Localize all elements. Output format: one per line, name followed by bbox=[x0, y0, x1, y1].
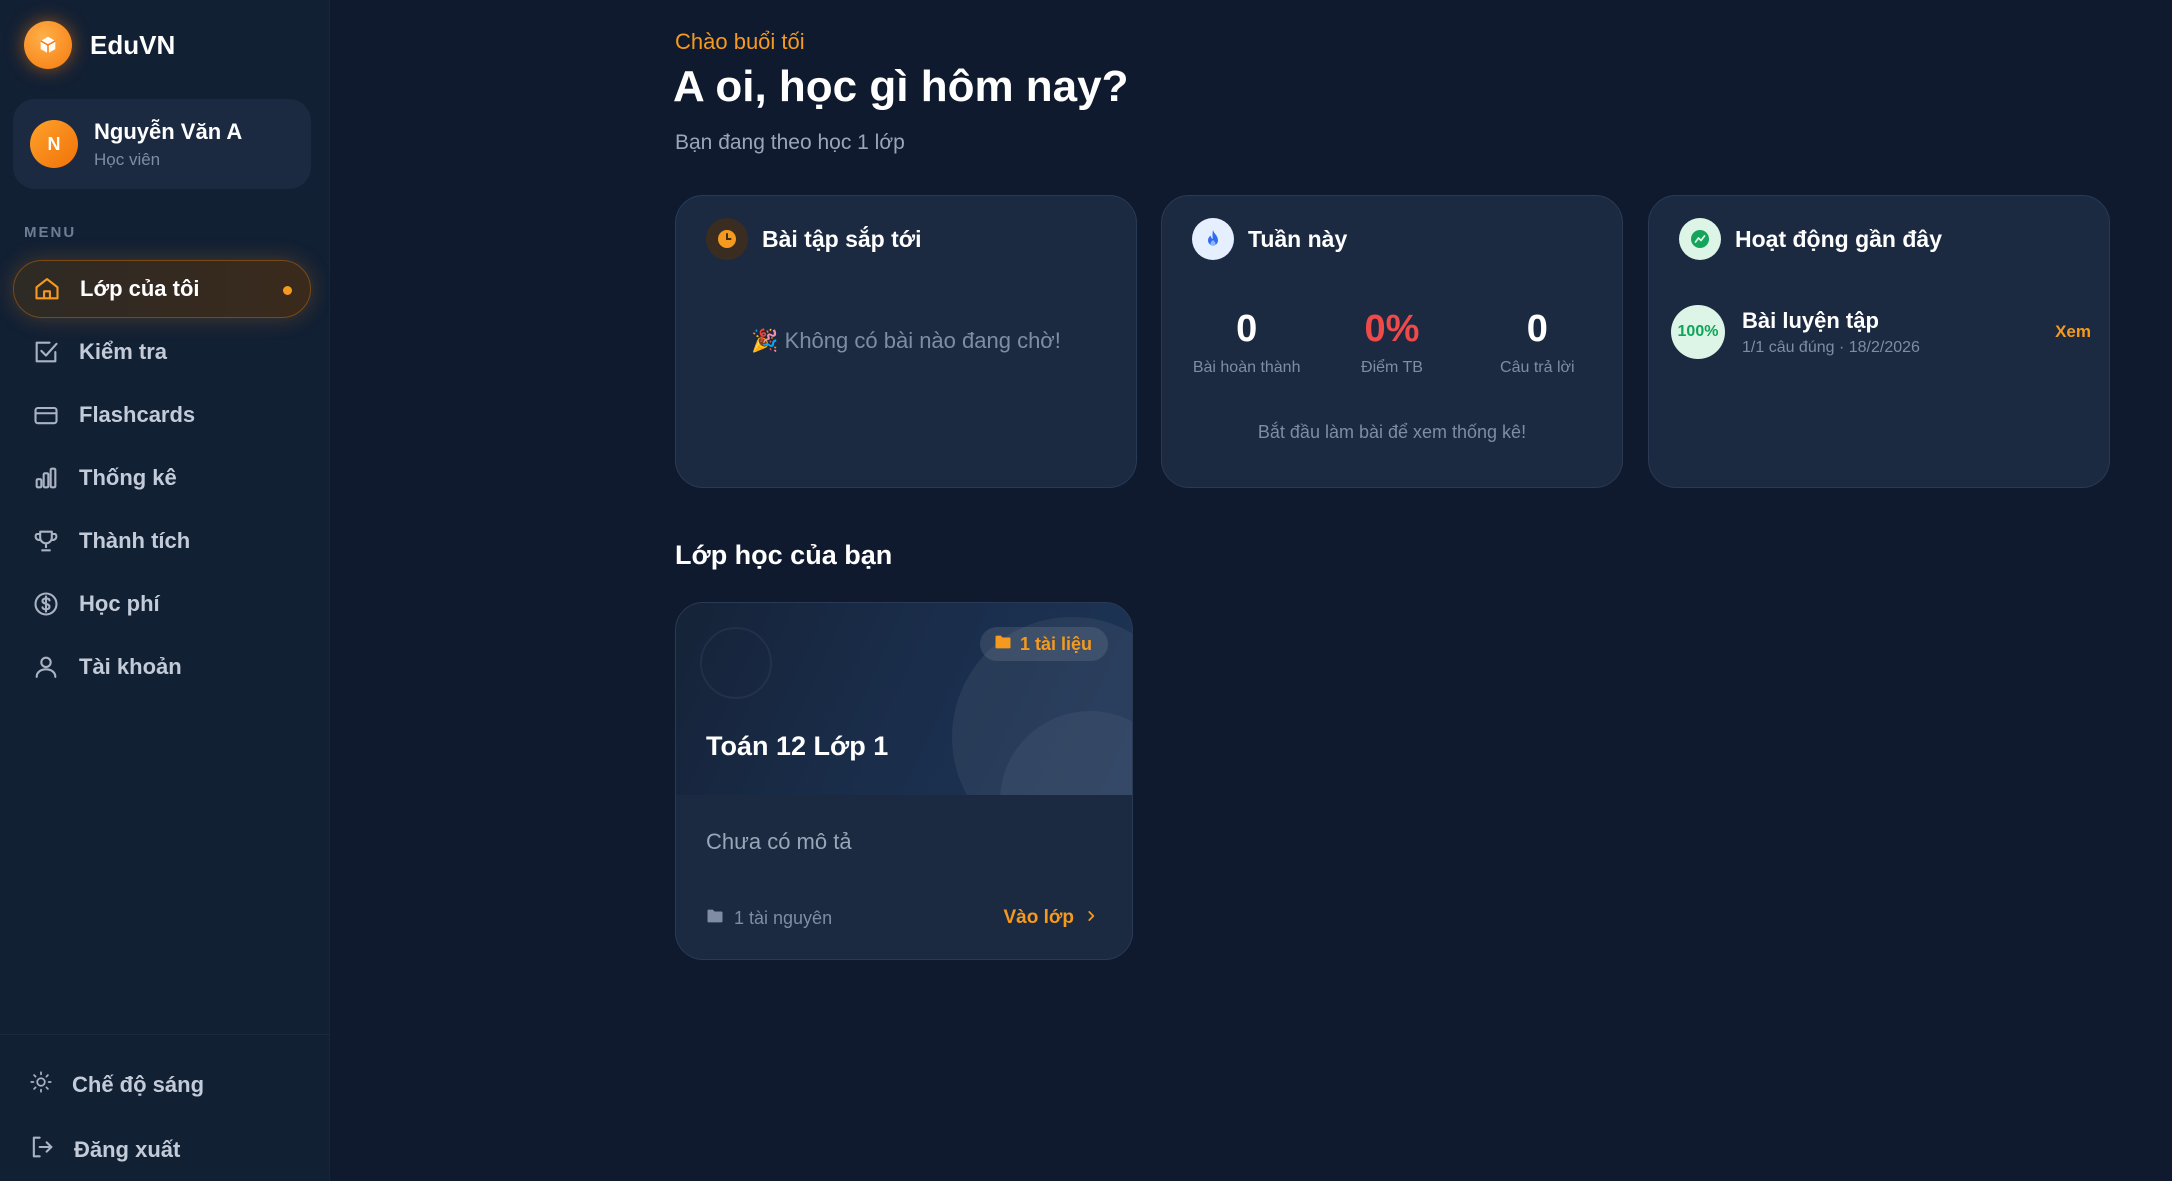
sidebar-item-achievements[interactable]: Thành tích bbox=[13, 512, 311, 570]
class-description: Chưa có mô tả bbox=[706, 829, 852, 854]
folder-icon bbox=[994, 634, 1012, 655]
greeting: Chào buổi tối bbox=[675, 29, 805, 54]
sidebar-item-statistics[interactable]: Thống kê bbox=[13, 449, 311, 507]
document-count-badge: 1 tài liệu bbox=[979, 627, 1108, 661]
stat-value: 0 bbox=[1526, 308, 1548, 350]
activity-title: Bài luyện tập bbox=[1742, 307, 1879, 333]
banner-decoration bbox=[700, 627, 772, 699]
dollar-icon bbox=[31, 589, 61, 619]
resource-count: 1 tài nguyên bbox=[706, 908, 832, 929]
sidebar-item-label: Kiểm tra bbox=[79, 339, 168, 364]
stat-label: Câu trả lời bbox=[1500, 359, 1575, 376]
clock-icon bbox=[706, 218, 748, 260]
user-role: Học viên bbox=[94, 149, 161, 169]
weekly-stats: 0 Bài hoàn thành 0% Điểm TB 0 Câu trả lờ… bbox=[1162, 308, 1622, 377]
active-indicator-dot bbox=[283, 286, 292, 295]
enter-class-button[interactable]: Vào lớp bbox=[1003, 907, 1098, 929]
stat-label: Điểm TB bbox=[1361, 359, 1423, 376]
brand[interactable]: EduVN bbox=[24, 20, 175, 70]
stat-completed: 0 Bài hoàn thành bbox=[1177, 308, 1317, 377]
sidebar-item-my-classes[interactable]: Lớp của tôi bbox=[13, 260, 311, 318]
sidebar-item-label: Thống kê bbox=[79, 465, 177, 490]
sidebar-footer: Chế độ sáng Đăng xuất bbox=[0, 1034, 330, 1181]
stat-answers: 0 Câu trả lời bbox=[1467, 308, 1607, 377]
recent-activity-card: Hoạt động gần đây 100% Bài luyện tập 1/1… bbox=[1648, 195, 2110, 488]
trophy-icon bbox=[31, 526, 61, 556]
folder-icon bbox=[706, 908, 724, 929]
document-count-label: 1 tài liệu bbox=[1019, 633, 1092, 654]
sidebar: EduVN N Nguyễn Văn A Học viên MENU Lớp c… bbox=[0, 0, 330, 1181]
sidebar-item-label: Lớp của tôi bbox=[80, 276, 200, 301]
activity-item[interactable]: 100% Bài luyện tập 1/1 câu đúng · 18/2/2… bbox=[1671, 304, 2091, 360]
stat-value: 0% bbox=[1364, 308, 1420, 350]
light-mode-label: Chế độ sáng bbox=[72, 1071, 205, 1097]
stat-label: Bài hoàn thành bbox=[1192, 359, 1301, 376]
sidebar-item-tuition[interactable]: Học phí bbox=[13, 575, 311, 633]
card-icon bbox=[31, 400, 61, 430]
user-card[interactable]: N Nguyễn Văn A Học viên bbox=[13, 99, 311, 189]
sidebar-item-label: Học phí bbox=[79, 591, 160, 616]
brand-name: EduVN bbox=[90, 29, 176, 60]
bar-chart-icon bbox=[31, 463, 61, 493]
view-activity-link[interactable]: Xem bbox=[2055, 322, 2091, 342]
logout-icon bbox=[28, 1133, 56, 1166]
card-title: Tuần này bbox=[1248, 225, 1348, 252]
stat-value: 0 bbox=[1236, 308, 1258, 350]
stat-average-score: 0% Điểm TB bbox=[1322, 308, 1462, 377]
user-icon bbox=[31, 652, 61, 682]
activity-subtitle: 1/1 câu đúng · 18/2/2026 bbox=[1742, 338, 1920, 356]
enter-class-label: Vào lớp bbox=[1003, 907, 1074, 928]
home-icon bbox=[32, 274, 62, 304]
activity-gauge-icon bbox=[1679, 218, 1721, 260]
stats-hint: Bắt đầu làm bài để xem thống kê! bbox=[1257, 422, 1527, 442]
class-card[interactable]: 1 tài liệu Toán 12 Lớp 1 Chưa có mô tả 1… bbox=[675, 602, 1133, 960]
class-banner: 1 tài liệu Toán 12 Lớp 1 bbox=[676, 603, 1132, 795]
chevron-right-icon bbox=[1084, 907, 1098, 929]
sidebar-item-label: Flashcards bbox=[79, 402, 196, 427]
sidebar-nav: Lớp của tôi Kiểm tra Flashcards Thống kê bbox=[13, 260, 311, 701]
sidebar-item-tests[interactable]: Kiểm tra bbox=[13, 323, 311, 381]
checkbox-icon bbox=[31, 337, 61, 367]
page-title: A oi, học gì hôm nay? bbox=[673, 62, 1129, 111]
empty-state-text: 🎉 Không có bài nào đang chờ! bbox=[751, 328, 1061, 353]
light-mode-toggle[interactable]: Chế độ sáng bbox=[28, 1069, 204, 1100]
fire-icon bbox=[1192, 218, 1234, 260]
sidebar-item-label: Tài khoản bbox=[79, 654, 182, 679]
class-name: Toán 12 Lớp 1 bbox=[706, 731, 889, 761]
logout-label: Đăng xuất bbox=[74, 1136, 181, 1162]
section-title-classes: Lớp học của bạn bbox=[675, 540, 893, 570]
score-badge: 100% bbox=[1671, 305, 1725, 359]
sidebar-item-label: Thành tích bbox=[79, 528, 191, 553]
this-week-card: Tuần này 0 Bài hoàn thành 0% Điểm TB 0 C… bbox=[1161, 195, 1623, 488]
upcoming-assignments-card: Bài tập sắp tới 🎉 Không có bài nào đang … bbox=[675, 195, 1137, 488]
sun-icon bbox=[28, 1069, 54, 1100]
user-name: Nguyễn Văn A bbox=[94, 118, 243, 144]
sidebar-item-account[interactable]: Tài khoản bbox=[13, 638, 311, 696]
card-title: Bài tập sắp tới bbox=[762, 225, 922, 252]
avatar: N bbox=[30, 120, 78, 168]
menu-label: MENU bbox=[24, 224, 77, 241]
sidebar-item-flashcards[interactable]: Flashcards bbox=[13, 386, 311, 444]
card-title: Hoạt động gần đây bbox=[1735, 225, 1942, 252]
logout-button[interactable]: Đăng xuất bbox=[28, 1133, 180, 1166]
cube-icon bbox=[24, 21, 72, 69]
page-subtitle: Bạn đang theo học 1 lớp bbox=[675, 131, 905, 154]
resource-count-label: 1 tài nguyên bbox=[734, 907, 833, 928]
